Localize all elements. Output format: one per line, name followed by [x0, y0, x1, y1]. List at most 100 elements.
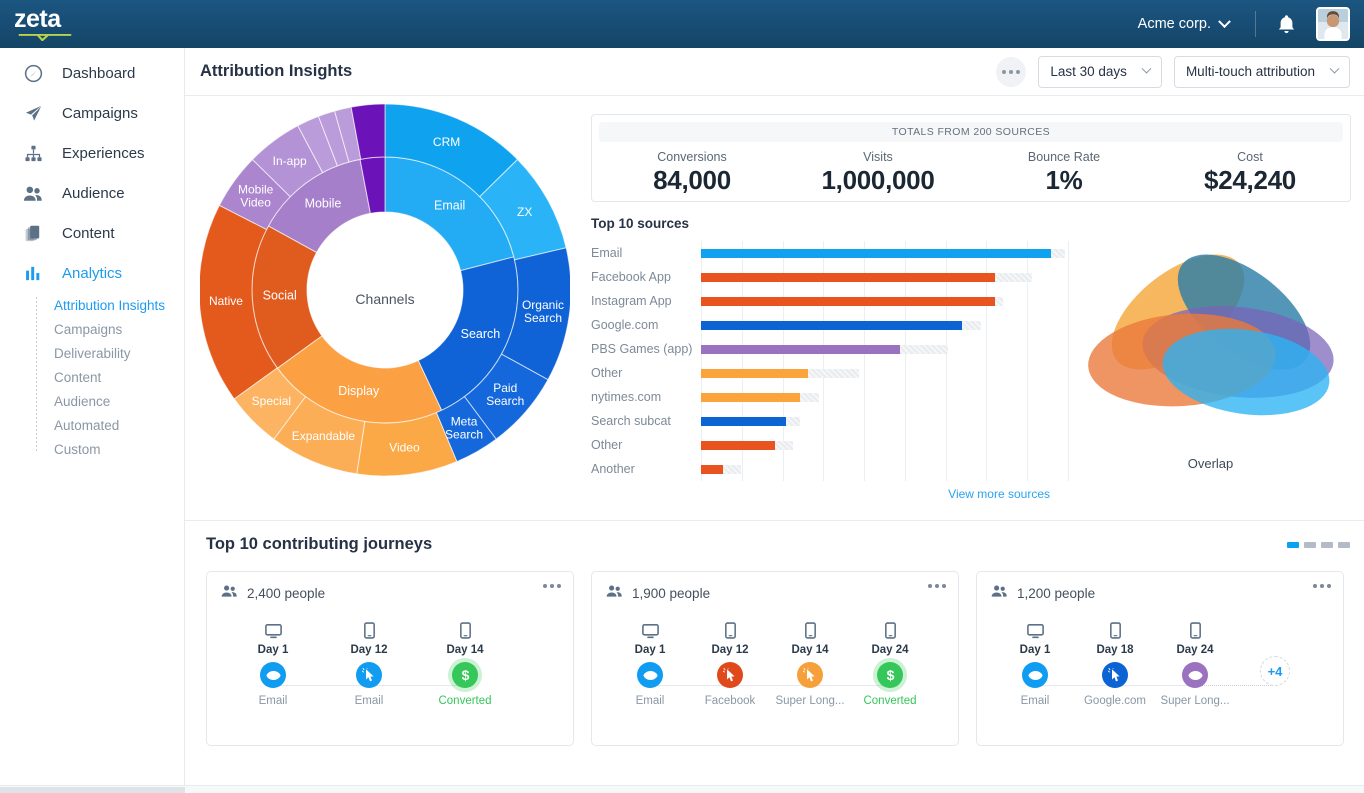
account-switcher[interactable]: Acme corp. [1122, 14, 1245, 32]
sidebar-item-audience[interactable]: Audience [0, 173, 184, 213]
bar-row[interactable]: Other [591, 433, 1069, 457]
subitem-label: Content [54, 369, 102, 385]
stat-value: 84,000 [653, 165, 731, 195]
journey-more-steps[interactable]: +4 [1235, 617, 1315, 686]
overlap-panel: Overlap [1069, 216, 1352, 501]
subitem-label: Campaigns [54, 321, 123, 337]
logo-text: zeta [14, 5, 61, 33]
bar-row[interactable]: Google.com [591, 313, 1069, 337]
sidebar-item-experiences[interactable]: Experiences [0, 133, 184, 173]
sidebar-subitem-audience[interactable]: Audience [54, 389, 184, 413]
journey-step[interactable]: Day 12 Email [321, 617, 417, 707]
bar-track [701, 296, 1069, 306]
sidebar-item-dashboard[interactable]: Dashboard [0, 53, 184, 93]
click-icon[interactable] [1102, 662, 1128, 688]
pagination-dot[interactable] [1338, 541, 1350, 548]
journey-step-channel: Email [635, 695, 665, 707]
sidebar-subitem-deliverability[interactable]: Deliverability [54, 341, 184, 365]
sidebar-subitem-automated[interactable]: Automated [54, 413, 184, 437]
sidebar-subitem-content[interactable]: Content [54, 365, 184, 389]
date-range-select[interactable]: Last 30 days [1038, 55, 1162, 88]
journey-card[interactable]: 2,400 people Day 1 Email Day 12 Email Day 14 $… [206, 571, 574, 746]
journey-step[interactable]: Day 14 Super Long... [770, 617, 850, 707]
bar-row[interactable]: Email [591, 241, 1069, 265]
sunburst-outer-label: CRM [433, 135, 460, 149]
journey-card[interactable]: 1,900 people Day 1 Email Day 12 Facebook Day … [591, 571, 959, 746]
journey-step-day: Day 1 [1019, 644, 1051, 656]
avatar[interactable] [1316, 7, 1350, 41]
bar-remainder [995, 272, 1033, 282]
view-more-sources-link[interactable]: View more sources [591, 487, 1069, 501]
journey-card-more-button[interactable] [928, 584, 946, 588]
bar-row[interactable]: Instagram App [591, 289, 1069, 313]
eye-icon[interactable] [1022, 662, 1048, 688]
pagination-dot[interactable] [1304, 541, 1316, 548]
sidebar-subitem-campaigns[interactable]: Campaigns [54, 317, 184, 341]
bar-row[interactable]: PBS Games (app) [591, 337, 1069, 361]
journey-step[interactable]: Day 18 Google.com [1075, 617, 1155, 707]
top-sources-bar-chart[interactable]: Email Facebook App Instagram App Google.com… [591, 241, 1069, 481]
bar-remainder [807, 368, 860, 378]
scrollbar-thumb[interactable] [0, 787, 185, 793]
mobile-icon [459, 617, 471, 639]
sidebar-subitem-attribution-insights[interactable]: Attribution Insights [54, 293, 184, 317]
dollar-icon[interactable]: $ [877, 662, 903, 688]
bar-row[interactable]: Other [591, 361, 1069, 385]
click-icon[interactable] [717, 662, 743, 688]
bar-label: Search subcat [591, 414, 671, 428]
eye-icon[interactable] [260, 662, 286, 688]
bar-label: nytimes.com [591, 390, 662, 404]
journey-card-more-button[interactable] [1313, 584, 1331, 588]
people-icon [22, 182, 44, 204]
bar-fill [701, 368, 808, 378]
journeys-pagination[interactable] [1287, 541, 1350, 548]
journey-step-day: Day 12 [711, 644, 749, 656]
bar-row[interactable]: Another [591, 457, 1069, 481]
journey-step[interactable]: Day 24 Super Long... [1155, 617, 1235, 707]
journey-card[interactable]: 1,200 people Day 1 Email Day 18 Google.com Da… [976, 571, 1344, 746]
svg-text:$: $ [461, 668, 469, 683]
bar-label: Google.com [591, 318, 659, 332]
sidebar-item-analytics[interactable]: Analytics [0, 253, 184, 293]
journey-steps: Day 1 Email Day 18 Google.com Day 24 Super Lo… [991, 617, 1329, 707]
click-icon[interactable] [356, 662, 382, 688]
bar-remainder [995, 296, 1003, 306]
bar-fill [701, 392, 801, 402]
journey-card-more-button[interactable] [543, 584, 561, 588]
bar-row[interactable]: Search subcat [591, 409, 1069, 433]
overlap-venn-chart[interactable] [1086, 224, 1336, 444]
page-more-button[interactable] [996, 56, 1027, 87]
journey-step[interactable]: Day 24 $ Converted [850, 617, 930, 707]
journey-step[interactable]: Day 1 Email [225, 617, 321, 707]
journey-step[interactable]: Day 1 Email [995, 617, 1075, 707]
bar-track [701, 416, 1069, 426]
logo[interactable]: zeta [0, 7, 185, 41]
journey-extra-count[interactable]: +4 [1260, 656, 1290, 686]
desktop-icon [264, 617, 282, 639]
journey-people-count: 1,900 people [632, 586, 711, 601]
horizontal-scrollbar[interactable] [0, 785, 1364, 793]
bar-fill [701, 344, 900, 354]
journey-step[interactable]: Day 14 $ Converted [417, 617, 513, 707]
click-icon[interactable] [797, 662, 823, 688]
overview-row: Email Search Display Social Mobile CRM ZX Organ… [185, 96, 1364, 521]
journey-card-header: 2,400 people [221, 584, 559, 603]
notifications-button[interactable] [1266, 14, 1306, 35]
bar-row[interactable]: nytimes.com [591, 385, 1069, 409]
journey-step-day: Day 24 [871, 644, 909, 656]
sidebar-item-campaigns[interactable]: Campaigns [0, 93, 184, 133]
stat-bounce-rate: Bounce Rate 1% [971, 150, 1157, 196]
sidebar-subitem-custom[interactable]: Custom [54, 437, 184, 461]
user-avatar-image [1318, 9, 1348, 39]
journey-step[interactable]: Day 1 Email [610, 617, 690, 707]
dollar-icon[interactable]: $ [452, 662, 478, 688]
pagination-dot[interactable] [1321, 541, 1333, 548]
sidebar-item-content[interactable]: Content [0, 213, 184, 253]
journey-step[interactable]: Day 12 Facebook [690, 617, 770, 707]
eye-icon[interactable] [637, 662, 663, 688]
eye-icon[interactable] [1182, 662, 1208, 688]
channels-sunburst-chart[interactable]: Email Search Display Social Mobile CRM ZX Organ… [185, 96, 591, 520]
bar-row[interactable]: Facebook App [591, 265, 1069, 289]
pagination-dot[interactable] [1287, 541, 1299, 548]
attribution-model-select[interactable]: Multi-touch attribution [1173, 55, 1350, 88]
